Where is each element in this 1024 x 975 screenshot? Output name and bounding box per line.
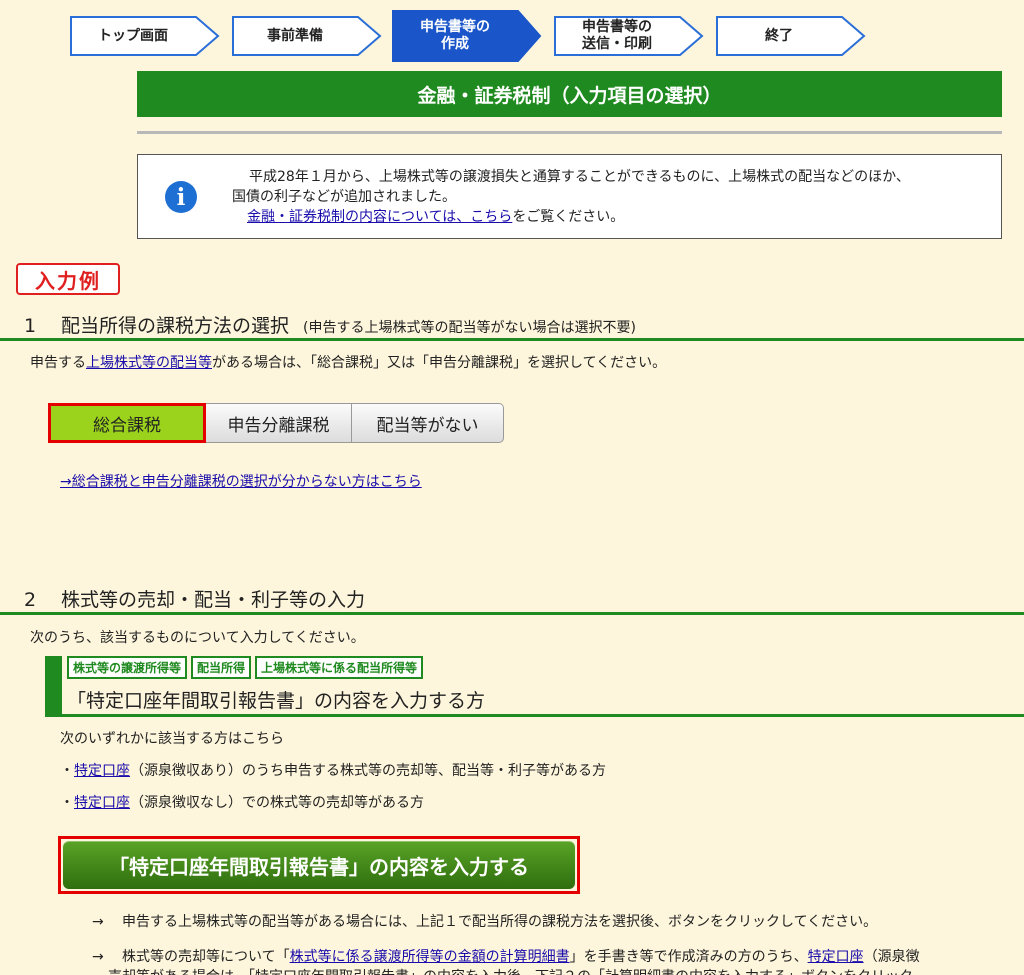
tag-dividend-income: 配当所得 (191, 656, 252, 679)
bullet-item: ・特定口座（源泉徴収あり）のうち申告する株式等の売却等、配当等・利子等がある方 (60, 760, 606, 780)
section-1-heading: 1 配当所得の課税方法の選択 (申告する上場株式等の配当等がない場合は選択不要) (24, 311, 636, 338)
section-note: (申告する上場株式等の配当等がない場合は選択不要) (303, 320, 636, 336)
section-number: 1 (24, 315, 37, 337)
note-line: → 株式等の売却等について「株式等に係る譲渡所得等の金額の計算明細書」を手書き等で… (92, 946, 920, 966)
bullet-dot: ・ (60, 795, 74, 811)
note-text: 株式等の売却等について「 (122, 949, 290, 965)
info-line-2: 国債の利子などが追加されました。 (232, 189, 456, 205)
listed-dividends-link[interactable]: 上場株式等の配当等 (86, 355, 212, 371)
example-badge: 入力例 (16, 263, 120, 295)
bullet-dot: ・ (60, 763, 74, 779)
specific-account-link[interactable]: 特定口座 (808, 949, 864, 965)
selection-help-link[interactable]: →総合課税と申告分離課税の選択が分からない方はこちら (60, 471, 422, 491)
accent-bar (45, 656, 62, 717)
info-icon: i (165, 181, 197, 213)
option-no-dividends[interactable]: 配当等がない (352, 403, 504, 443)
section-2-instruction: 次のうち、該当するものについて入力してください。 (30, 630, 365, 646)
tag-listed-dividend-income: 上場株式等に係る配当所得等 (255, 656, 424, 679)
step-label-line1: 申告書等の (582, 19, 652, 35)
section-1-rule (0, 338, 1024, 341)
annual-report-block: 株式等の譲渡所得等 配当所得 上場株式等に係る配当所得等 「特定口座年間取引報告… (45, 656, 1024, 717)
info-details-link[interactable]: 金融・証券税制の内容については、こちら (247, 209, 512, 225)
specific-account-link[interactable]: 特定口座 (74, 795, 130, 811)
note-text: 」を手書き等で作成済みの方のうち、 (569, 949, 808, 965)
enter-annual-report-label: 「特定口座年間取引報告書」の内容を入力する (63, 841, 575, 889)
note-text: （源泉徴 (863, 949, 920, 965)
info-line-3: 金融・証券税制の内容については、こちらをご覧ください。 (232, 207, 992, 227)
option-comprehensive-taxation[interactable]: 総合課税 (48, 403, 206, 443)
section-title: 配当所得の課税方法の選択 (61, 315, 290, 337)
arrow-icon: → (92, 949, 104, 965)
info-text: 平成28年１月から、上場株式等の譲渡損失と通算することができるものに、上場株式の… (232, 167, 992, 227)
sub-section-title: 「特定口座年間取引報告書」の内容を入力する方 (67, 690, 486, 712)
section-2-rule (0, 612, 1024, 615)
section-title: 株式等の売却・配当・利子等の入力 (61, 589, 366, 611)
step-label-line1: 申告書等の (420, 19, 490, 35)
section-number: 2 (24, 589, 37, 611)
step-label-line2: 送信・印刷 (582, 36, 652, 52)
arrow-icon: → (92, 914, 104, 930)
page-title: 金融・証券税制（入力項目の選択） (137, 71, 1002, 117)
info-box: i 平成28年１月から、上場株式等の譲渡損失と通算することができるものに、上場株… (137, 154, 1002, 239)
note-line-continued: 売却等がある場合は、「特定口座年間取引報告書」の内容を入力後、下記２の「計算明細… (108, 966, 913, 975)
bullet-item: ・特定口座（源泉徴収なし）での株式等の売却等がある方 (60, 792, 424, 812)
sub-section-rule (62, 714, 1024, 717)
specific-account-link[interactable]: 特定口座 (74, 763, 130, 779)
step-label: 終了 (765, 27, 793, 44)
income-tags: 株式等の譲渡所得等 配当所得 上場株式等に係る配当所得等 (67, 656, 424, 679)
note-text: 申告する上場株式等の配当等がある場合には、上記１で配当所得の課税方法を選択後、ボ… (122, 914, 878, 930)
note-line: → 申告する上場株式等の配当等がある場合には、上記１で配当所得の課税方法を選択後、… (92, 911, 877, 931)
enter-annual-report-button[interactable]: 「特定口座年間取引報告書」の内容を入力する (58, 836, 580, 894)
divider (137, 131, 1002, 134)
instruction-text: がある場合は、「総合課税」又は「申告分離課税」を選択してください。 (212, 355, 667, 371)
info-line-1: 平成28年１月から、上場株式等の譲渡損失と通算することができるものに、上場株式の… (249, 169, 910, 185)
tag-stock-transfer-income: 株式等の譲渡所得等 (67, 656, 188, 679)
info-line-3-text: をご覧ください。 (512, 209, 625, 225)
step-label: 事前準備 (267, 27, 323, 44)
bullet-text: （源泉徴収なし）での株式等の売却等がある方 (130, 795, 424, 811)
taxation-method-selector: 総合課税 申告分離課税 配当等がない (48, 403, 504, 443)
bullet-text: （源泉徴収あり）のうち申告する株式等の売却等、配当等・利子等がある方 (130, 763, 606, 779)
section-2-heading: 2 株式等の売却・配当・利子等の入力 (24, 585, 365, 612)
option-separate-taxation[interactable]: 申告分離課税 (206, 403, 352, 443)
section-1-instruction: 申告する上場株式等の配当等がある場合は、「総合課税」又は「申告分離課税」を選択し… (30, 352, 666, 372)
step-label-line2: 作成 (441, 36, 469, 52)
applicability-intro: 次のいずれかに該当する方はこちら (60, 731, 284, 747)
calculation-statement-link[interactable]: 株式等に係る譲渡所得等の金額の計算明細書 (290, 949, 570, 965)
instruction-text: 申告する (30, 355, 86, 371)
step-label: トップ画面 (98, 27, 168, 44)
